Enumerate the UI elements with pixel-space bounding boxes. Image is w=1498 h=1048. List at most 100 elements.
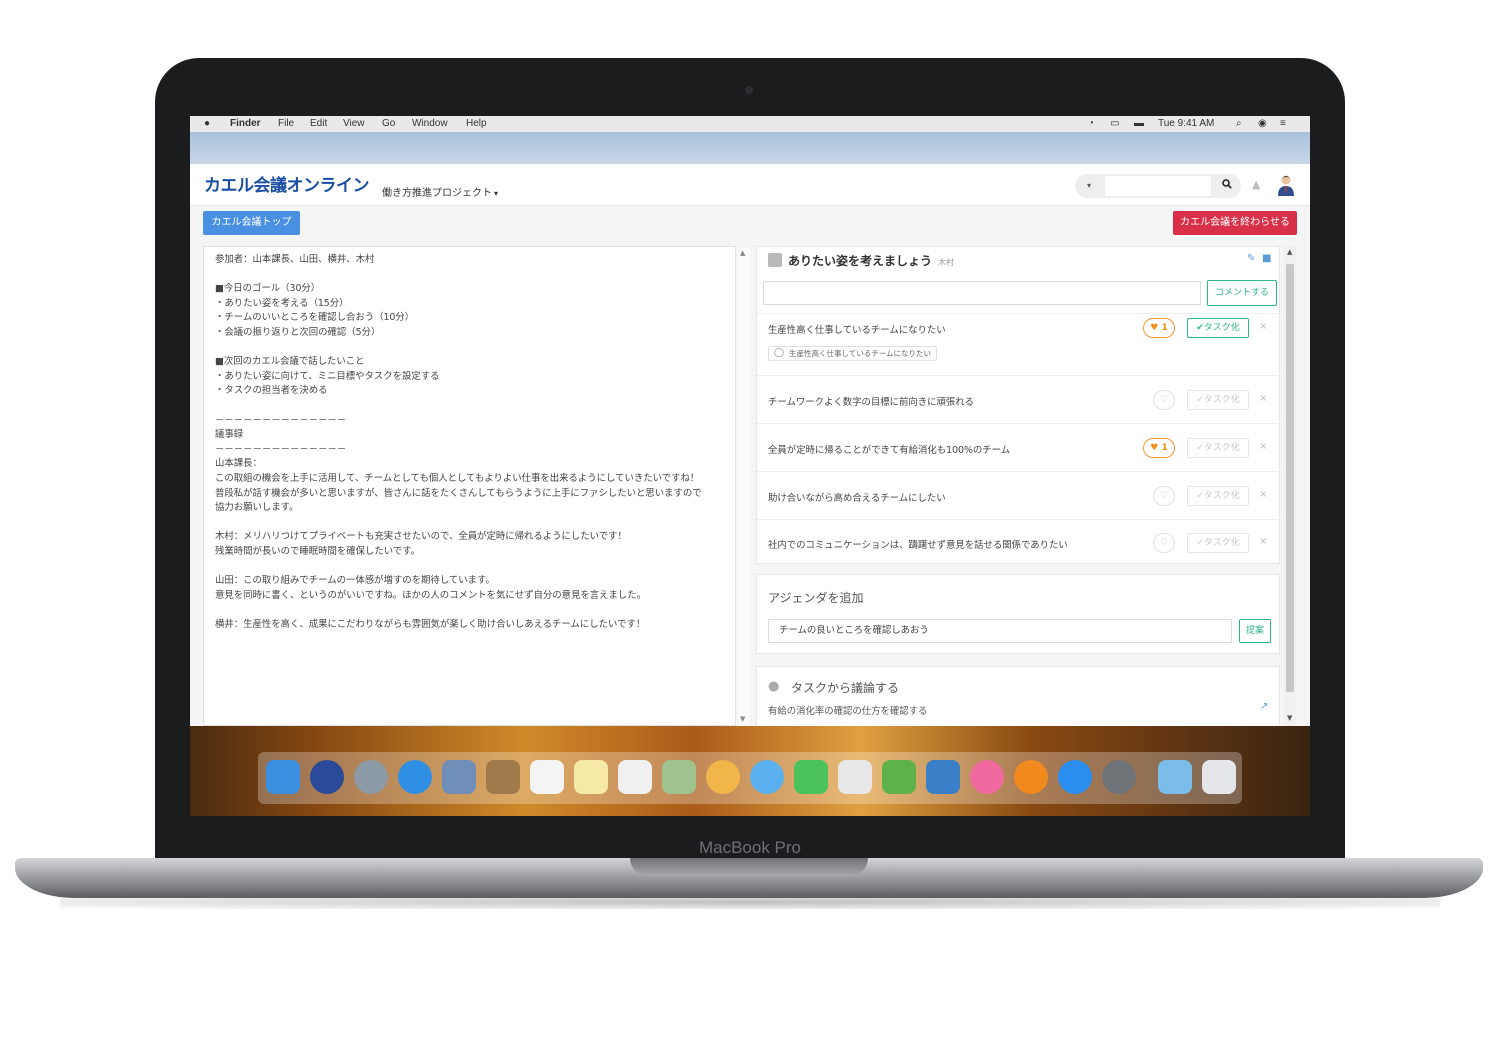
agenda-panel: ありたい姿を考えましょう 木村 ✎ ■ コメントする 生産性高く仕事しているチーム… bbox=[756, 246, 1296, 726]
trash-icon[interactable] bbox=[1202, 760, 1236, 794]
close-icon[interactable]: × bbox=[1259, 393, 1267, 404]
calendar-icon[interactable] bbox=[530, 760, 564, 794]
menu-edit[interactable]: Edit bbox=[310, 118, 327, 129]
airplay-icon[interactable]: ▭ bbox=[1110, 118, 1119, 129]
app-header: カエル会議オンライン 働き方推進プロジェクト ▾ ▾ ▲ bbox=[190, 164, 1310, 206]
pages-icon[interactable] bbox=[838, 760, 872, 794]
idea-text: チームワークよく数字の目標に前向きに頑張れる bbox=[768, 397, 974, 408]
task-button[interactable]: ✔タスク化 bbox=[1187, 318, 1249, 338]
facetime-icon[interactable] bbox=[794, 760, 828, 794]
agenda-scrollbar[interactable]: ▲ ▼ bbox=[1284, 246, 1296, 726]
notes-icon[interactable] bbox=[574, 760, 608, 794]
scroll-up-icon[interactable]: ▲ bbox=[1287, 248, 1292, 256]
comment-input[interactable] bbox=[763, 281, 1201, 305]
like-button[interactable]: ♥ 1 bbox=[1143, 318, 1175, 338]
task-button[interactable]: ✓タスク化 bbox=[1187, 486, 1249, 506]
meeting-top-button[interactable]: カエル会議トップ bbox=[203, 211, 300, 235]
like-count: 1 bbox=[1161, 443, 1168, 453]
like-button[interactable]: ♡ bbox=[1153, 390, 1175, 410]
books-icon[interactable] bbox=[1014, 760, 1048, 794]
comment-chip-text: 生産性高く仕事しているチームになりたい bbox=[789, 349, 932, 358]
menu-file[interactable]: File bbox=[278, 118, 294, 129]
menu-finder[interactable]: Finder bbox=[230, 118, 261, 129]
external-link-icon[interactable]: ↗ bbox=[1260, 701, 1268, 712]
like-button[interactable]: ♡ bbox=[1153, 486, 1175, 506]
notification-center-icon[interactable]: ≡ bbox=[1280, 118, 1286, 129]
photos-icon[interactable] bbox=[706, 760, 740, 794]
apple-icon[interactable]: ● bbox=[204, 118, 210, 129]
end-meeting-button[interactable]: カエル会議を終わらせる bbox=[1173, 211, 1297, 235]
task-button-label: タスク化 bbox=[1203, 538, 1240, 548]
reminders-icon[interactable] bbox=[618, 760, 652, 794]
mail-icon[interactable] bbox=[442, 760, 476, 794]
siri-icon[interactable]: ◉ bbox=[1258, 118, 1267, 129]
scroll-up-icon[interactable]: ▲ bbox=[740, 249, 745, 257]
menu-view[interactable]: View bbox=[343, 118, 365, 129]
search-icon bbox=[1222, 179, 1232, 189]
heart-icon: ♥ bbox=[1150, 323, 1159, 333]
app-logo[interactable]: カエル会議オンライン bbox=[204, 171, 370, 196]
search-button[interactable] bbox=[1213, 174, 1241, 198]
project-dropdown[interactable]: 働き方推進プロジェクト ▾ bbox=[382, 184, 498, 199]
trash-icon[interactable]: ■ bbox=[1262, 253, 1271, 264]
menu-go[interactable]: Go bbox=[382, 118, 395, 129]
idea-text: 社内でのコミュニケーションは、躊躇せず意見を話せる関係でありたい bbox=[768, 540, 1068, 551]
menu-clock[interactable]: Tue 9:41 AM bbox=[1158, 118, 1214, 129]
task-button-label: タスク化 bbox=[1203, 395, 1240, 405]
desktop-wallpaper-strip bbox=[190, 132, 1310, 164]
contacts-icon[interactable] bbox=[486, 760, 520, 794]
task-button[interactable]: ✓タスク化 bbox=[1187, 438, 1249, 458]
comment-button[interactable]: コメントする bbox=[1207, 280, 1277, 306]
close-icon[interactable]: × bbox=[1259, 489, 1267, 500]
wifi-icon[interactable]: ◔ bbox=[1088, 118, 1094, 129]
task-button[interactable]: ✓タスク化 bbox=[1187, 533, 1249, 553]
siri-icon[interactable] bbox=[310, 760, 344, 794]
search-bar: ▾ bbox=[1075, 174, 1241, 198]
laptop-notch bbox=[630, 858, 868, 876]
messages-icon[interactable] bbox=[750, 760, 784, 794]
safari-icon[interactable] bbox=[398, 760, 432, 794]
numbers-icon[interactable] bbox=[882, 760, 916, 794]
scroll-down-icon[interactable]: ▼ bbox=[740, 715, 745, 723]
idea-text: 助け合いながら高め合えるチームにしたい bbox=[768, 493, 946, 504]
task-button[interactable]: ✓タスク化 bbox=[1187, 390, 1249, 410]
folder-icon[interactable] bbox=[1158, 760, 1192, 794]
maps-icon[interactable] bbox=[662, 760, 696, 794]
check-icon: ✓ bbox=[1196, 395, 1204, 405]
menu-help[interactable]: Help bbox=[466, 118, 487, 129]
spotlight-icon[interactable]: ⌕ bbox=[1236, 118, 1242, 129]
add-agenda-input[interactable]: チームの良いところを確認しあおう bbox=[768, 619, 1232, 643]
like-button[interactable]: ♥ 1 bbox=[1143, 438, 1175, 458]
scroll-down-icon[interactable]: ▼ bbox=[1287, 714, 1292, 722]
search-input[interactable] bbox=[1105, 176, 1211, 196]
battery-icon[interactable]: ▬ bbox=[1134, 118, 1144, 129]
screen: ● Finder File Edit View Go Window Help ◔… bbox=[190, 116, 1310, 816]
avatar[interactable] bbox=[1277, 174, 1295, 196]
app-window: カエル会議オンライン 働き方推進プロジェクト ▾ ▾ ▲ カエル会議トップ カエ… bbox=[190, 164, 1310, 727]
camera bbox=[745, 86, 753, 94]
close-icon[interactable]: × bbox=[1259, 536, 1267, 547]
comment-chip[interactable]: ◯ 生産性高く仕事しているチームになりたい bbox=[768, 346, 938, 361]
keynote-icon[interactable] bbox=[926, 760, 960, 794]
finder-icon[interactable] bbox=[266, 760, 300, 794]
agenda-card: ありたい姿を考えましょう 木村 ✎ ■ コメントする 生産性高く仕事しているチーム… bbox=[756, 246, 1281, 564]
meeting-notes-text[interactable]: 参加者：山本課長、山田、横井、木村 ■今日のゴール（30分） ・ありたい姿を考え… bbox=[215, 253, 725, 632]
meeting-notes-editor[interactable]: 参加者：山本課長、山田、横井、木村 ■今日のゴール（30分） ・ありたい姿を考え… bbox=[203, 246, 750, 727]
system-preferences-icon[interactable] bbox=[1102, 760, 1136, 794]
menu-window[interactable]: Window bbox=[412, 118, 448, 129]
agenda-title-text: ありたい姿を考えましょう bbox=[788, 254, 933, 268]
app-store-icon[interactable] bbox=[1058, 760, 1092, 794]
close-icon[interactable]: × bbox=[1259, 321, 1267, 332]
search-scope-dropdown[interactable]: ▾ bbox=[1075, 174, 1103, 198]
close-icon[interactable]: × bbox=[1259, 441, 1267, 452]
music-icon[interactable] bbox=[970, 760, 1004, 794]
task-discussion-item[interactable]: 有給の消化率の確認の仕方を確認する bbox=[768, 703, 927, 717]
notes-scrollbar[interactable]: ▲ ▼ bbox=[738, 247, 750, 727]
like-button[interactable]: ♡ bbox=[1153, 533, 1175, 553]
launchpad-icon[interactable] bbox=[354, 760, 388, 794]
bell-icon[interactable]: ▲ bbox=[1252, 178, 1260, 191]
propose-button[interactable]: 提案 bbox=[1239, 619, 1271, 643]
scrollbar-thumb[interactable] bbox=[1286, 264, 1294, 692]
check-icon: ✓ bbox=[1196, 443, 1204, 453]
pencil-icon[interactable]: ✎ bbox=[1247, 253, 1255, 264]
